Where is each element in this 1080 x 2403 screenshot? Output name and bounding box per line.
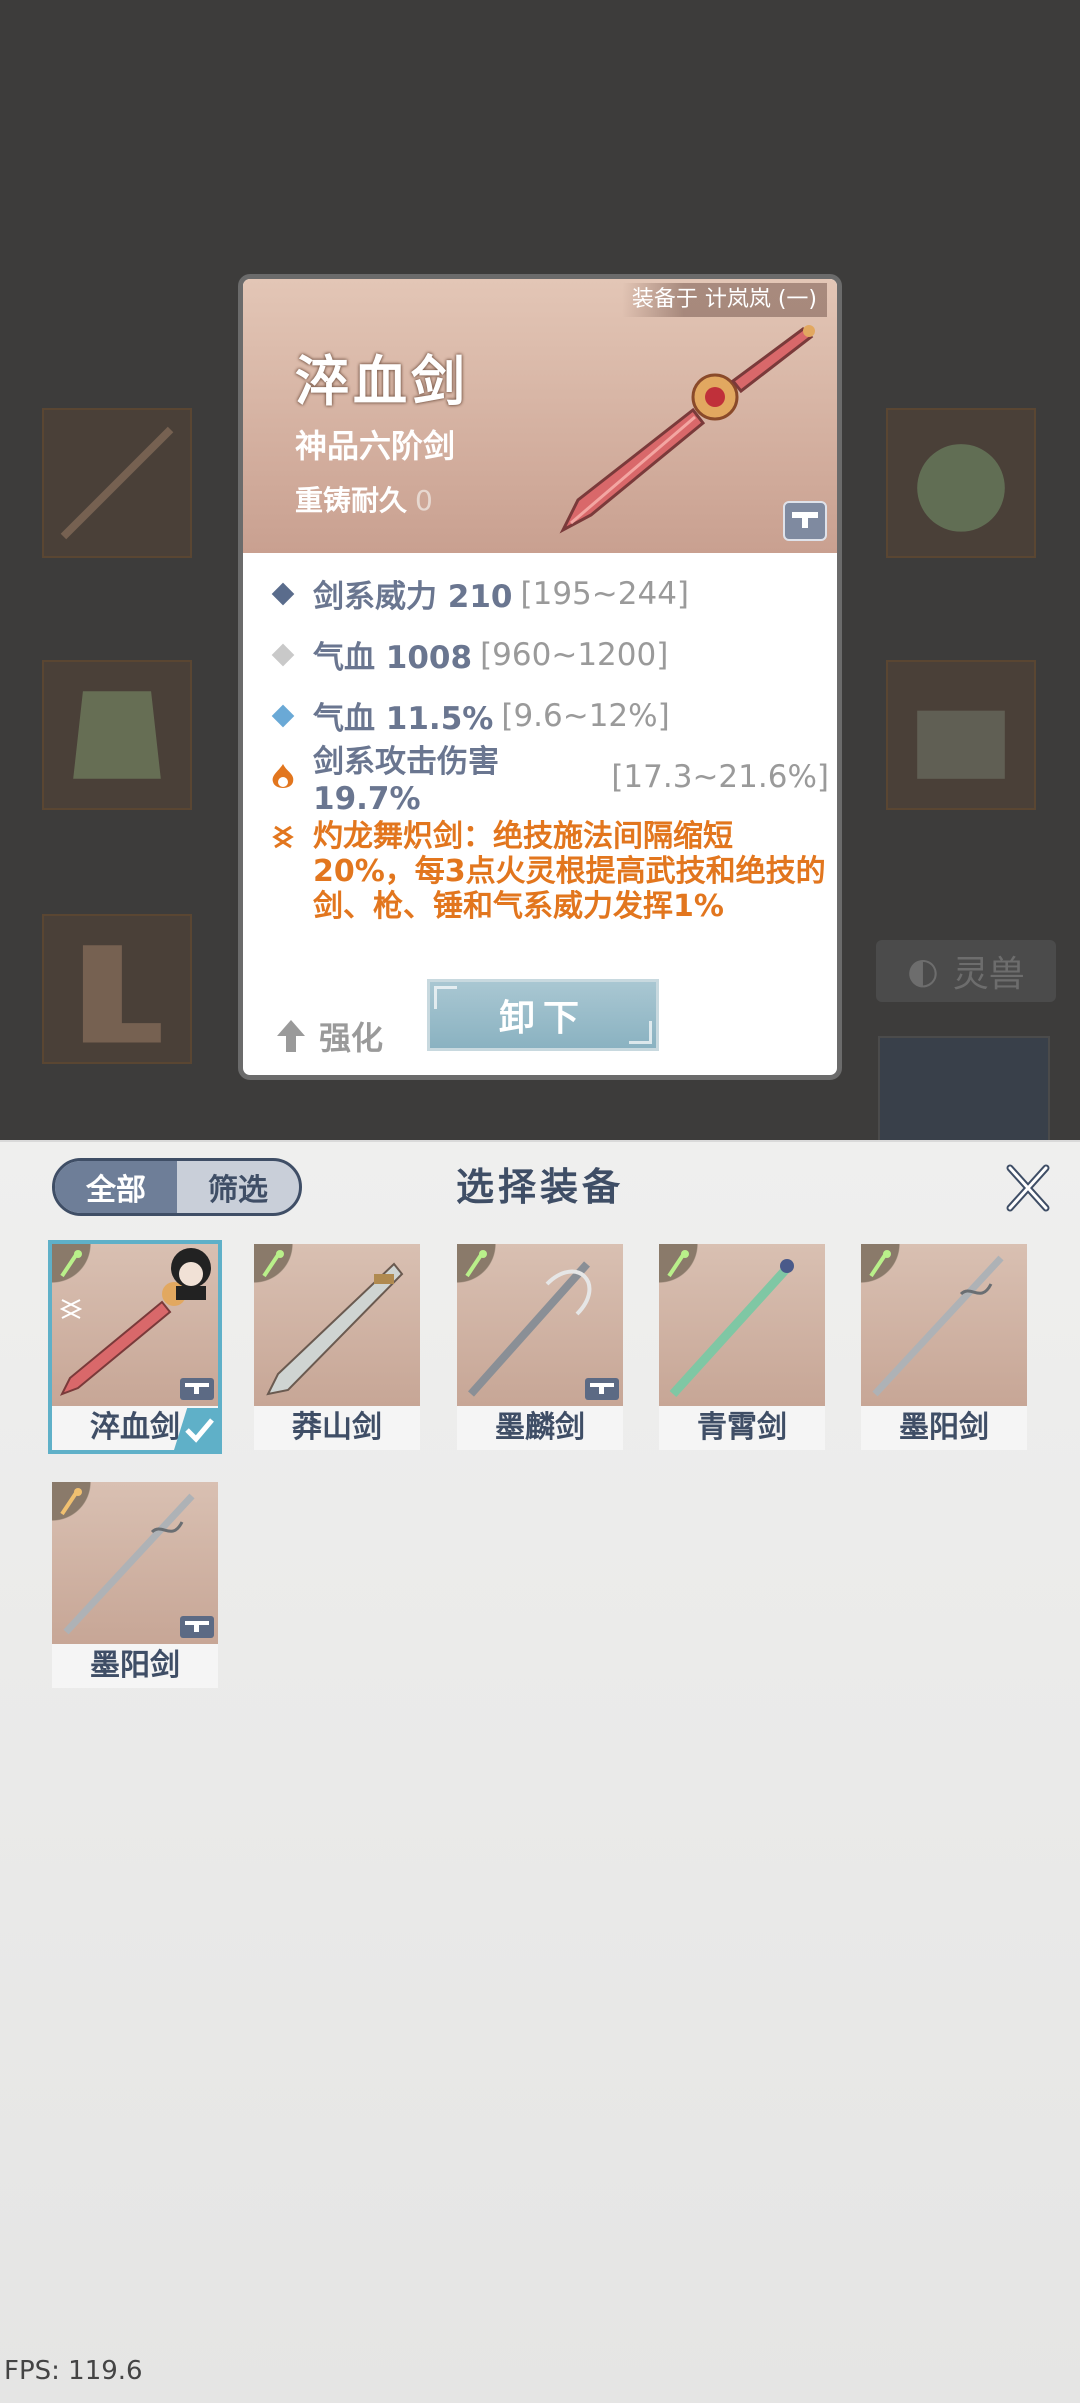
stat-value: 剑系攻击伤害 19.7% bbox=[313, 744, 499, 817]
recast-durability: 重铸耐久 0 bbox=[295, 479, 433, 519]
stat-row: 气血 1008 [960~1200] bbox=[269, 624, 829, 685]
grade-leaf-icon bbox=[60, 1488, 82, 1516]
item-label: 墨阳剑 bbox=[52, 1644, 218, 1688]
stat-value: 剑系威力 210 bbox=[313, 579, 513, 615]
close-icon[interactable] bbox=[1000, 1160, 1056, 1216]
grade-leaf-icon bbox=[465, 1250, 487, 1278]
spirit-beast-icon: ◐ bbox=[907, 950, 939, 992]
spirit-beast-thumbnail[interactable] bbox=[878, 1036, 1050, 1144]
spirit-beast-label: 灵兽 bbox=[952, 954, 1025, 995]
storage-chest-icon bbox=[783, 501, 827, 541]
equipment-item[interactable]: 墨阳剑 bbox=[52, 1482, 218, 1688]
unequip-button[interactable]: 卸下 bbox=[427, 979, 659, 1051]
equipment-item[interactable]: 墨麟剑 bbox=[457, 1244, 623, 1450]
weapon-slot[interactable] bbox=[42, 408, 192, 558]
stat-row: 剑系攻击伤害 19.7% [17.3~21.6%] bbox=[269, 744, 829, 817]
flame-icon bbox=[272, 763, 294, 788]
stat-value: 气血 11.5% bbox=[313, 701, 494, 737]
storage-chest-icon bbox=[585, 1378, 619, 1400]
skill-text: 灼龙舞炽剑：绝技施法间隔缩短20%，每3点火灵根提高武技和绝技的剑、枪、锤和气系… bbox=[313, 819, 826, 924]
skill-description: 灼龙舞炽剑：绝技施法间隔缩短20%，每3点火灵根提高武技和绝技的剑、枪、锤和气系… bbox=[269, 819, 829, 924]
stat-range: [195~244] bbox=[520, 575, 690, 612]
stat-diamond-icon bbox=[271, 643, 295, 666]
detail-header: 装备于 计岚岚 (一) 淬血剑 神品六阶剑 重铸耐久 0 bbox=[243, 279, 837, 553]
item-grade: 神品六阶剑 bbox=[295, 427, 456, 465]
stat-range: [9.6~12%] bbox=[501, 697, 670, 734]
stat-diamond-icon bbox=[271, 582, 295, 605]
accessory-slot[interactable] bbox=[886, 408, 1036, 558]
spirit-beast-tab[interactable]: ◐ 灵兽 bbox=[876, 940, 1056, 1002]
recast-label: 重铸耐久 bbox=[295, 484, 408, 517]
equipped-by-label: 装备于 计岚岚 (一) bbox=[621, 283, 827, 317]
equipment-item[interactable]: 墨阳剑 bbox=[861, 1244, 1027, 1450]
storage-chest-icon bbox=[180, 1616, 214, 1638]
item-name: 淬血剑 bbox=[295, 350, 469, 413]
enhance-button[interactable]: 强化 bbox=[275, 1013, 383, 1059]
avatar bbox=[171, 1248, 211, 1300]
grade-leaf-icon bbox=[262, 1250, 284, 1278]
stat-range: [17.3~21.6%] bbox=[611, 758, 829, 795]
boots-slot[interactable] bbox=[42, 914, 192, 1064]
item-label: 青霄剑 bbox=[659, 1406, 825, 1450]
equipment-detail-card: 装备于 计岚岚 (一) 淬血剑 神品六阶剑 重铸耐久 0 剑系威力 210 [19… bbox=[238, 274, 842, 1080]
arrow-up-icon bbox=[277, 1020, 305, 1052]
grade-leaf-icon bbox=[869, 1250, 891, 1278]
stat-list: 剑系威力 210 [195~244] 气血 1008 [960~1200] 气血… bbox=[269, 563, 829, 817]
recast-value: 0 bbox=[415, 484, 433, 517]
fps-counter: FPS: 119.6 bbox=[4, 2356, 143, 2386]
skill-rune-icon bbox=[272, 825, 294, 849]
item-label: 莽山剑 bbox=[254, 1406, 420, 1450]
skill-rune-icon bbox=[59, 1299, 83, 1319]
treasure-slot[interactable] bbox=[886, 660, 1036, 810]
stat-diamond-icon bbox=[271, 704, 295, 727]
item-label: 墨阳剑 bbox=[861, 1406, 1027, 1450]
equipment-item[interactable]: 淬血剑 bbox=[48, 1240, 222, 1454]
grade-leaf-icon bbox=[667, 1250, 689, 1278]
armor-slot[interactable] bbox=[42, 660, 192, 810]
equipment-item[interactable]: 莽山剑 bbox=[254, 1244, 420, 1450]
storage-chest-icon bbox=[180, 1378, 214, 1400]
stat-range: [960~1200] bbox=[480, 636, 669, 673]
item-label: 墨麟剑 bbox=[457, 1406, 623, 1450]
stat-value: 气血 1008 bbox=[313, 640, 473, 676]
select-equipment-sheet: 全部 筛选 选择装备 淬血剑 莽山剑 墨麟剑 青霄剑 墨阳剑 墨阳剑 bbox=[0, 1140, 1080, 2403]
stat-row: 剑系威力 210 [195~244] bbox=[269, 563, 829, 624]
equipment-item[interactable]: 青霄剑 bbox=[659, 1244, 825, 1450]
grade-leaf-icon bbox=[60, 1250, 82, 1278]
enhance-label: 强化 bbox=[319, 1019, 384, 1057]
sheet-title: 选择装备 bbox=[455, 1165, 624, 1209]
